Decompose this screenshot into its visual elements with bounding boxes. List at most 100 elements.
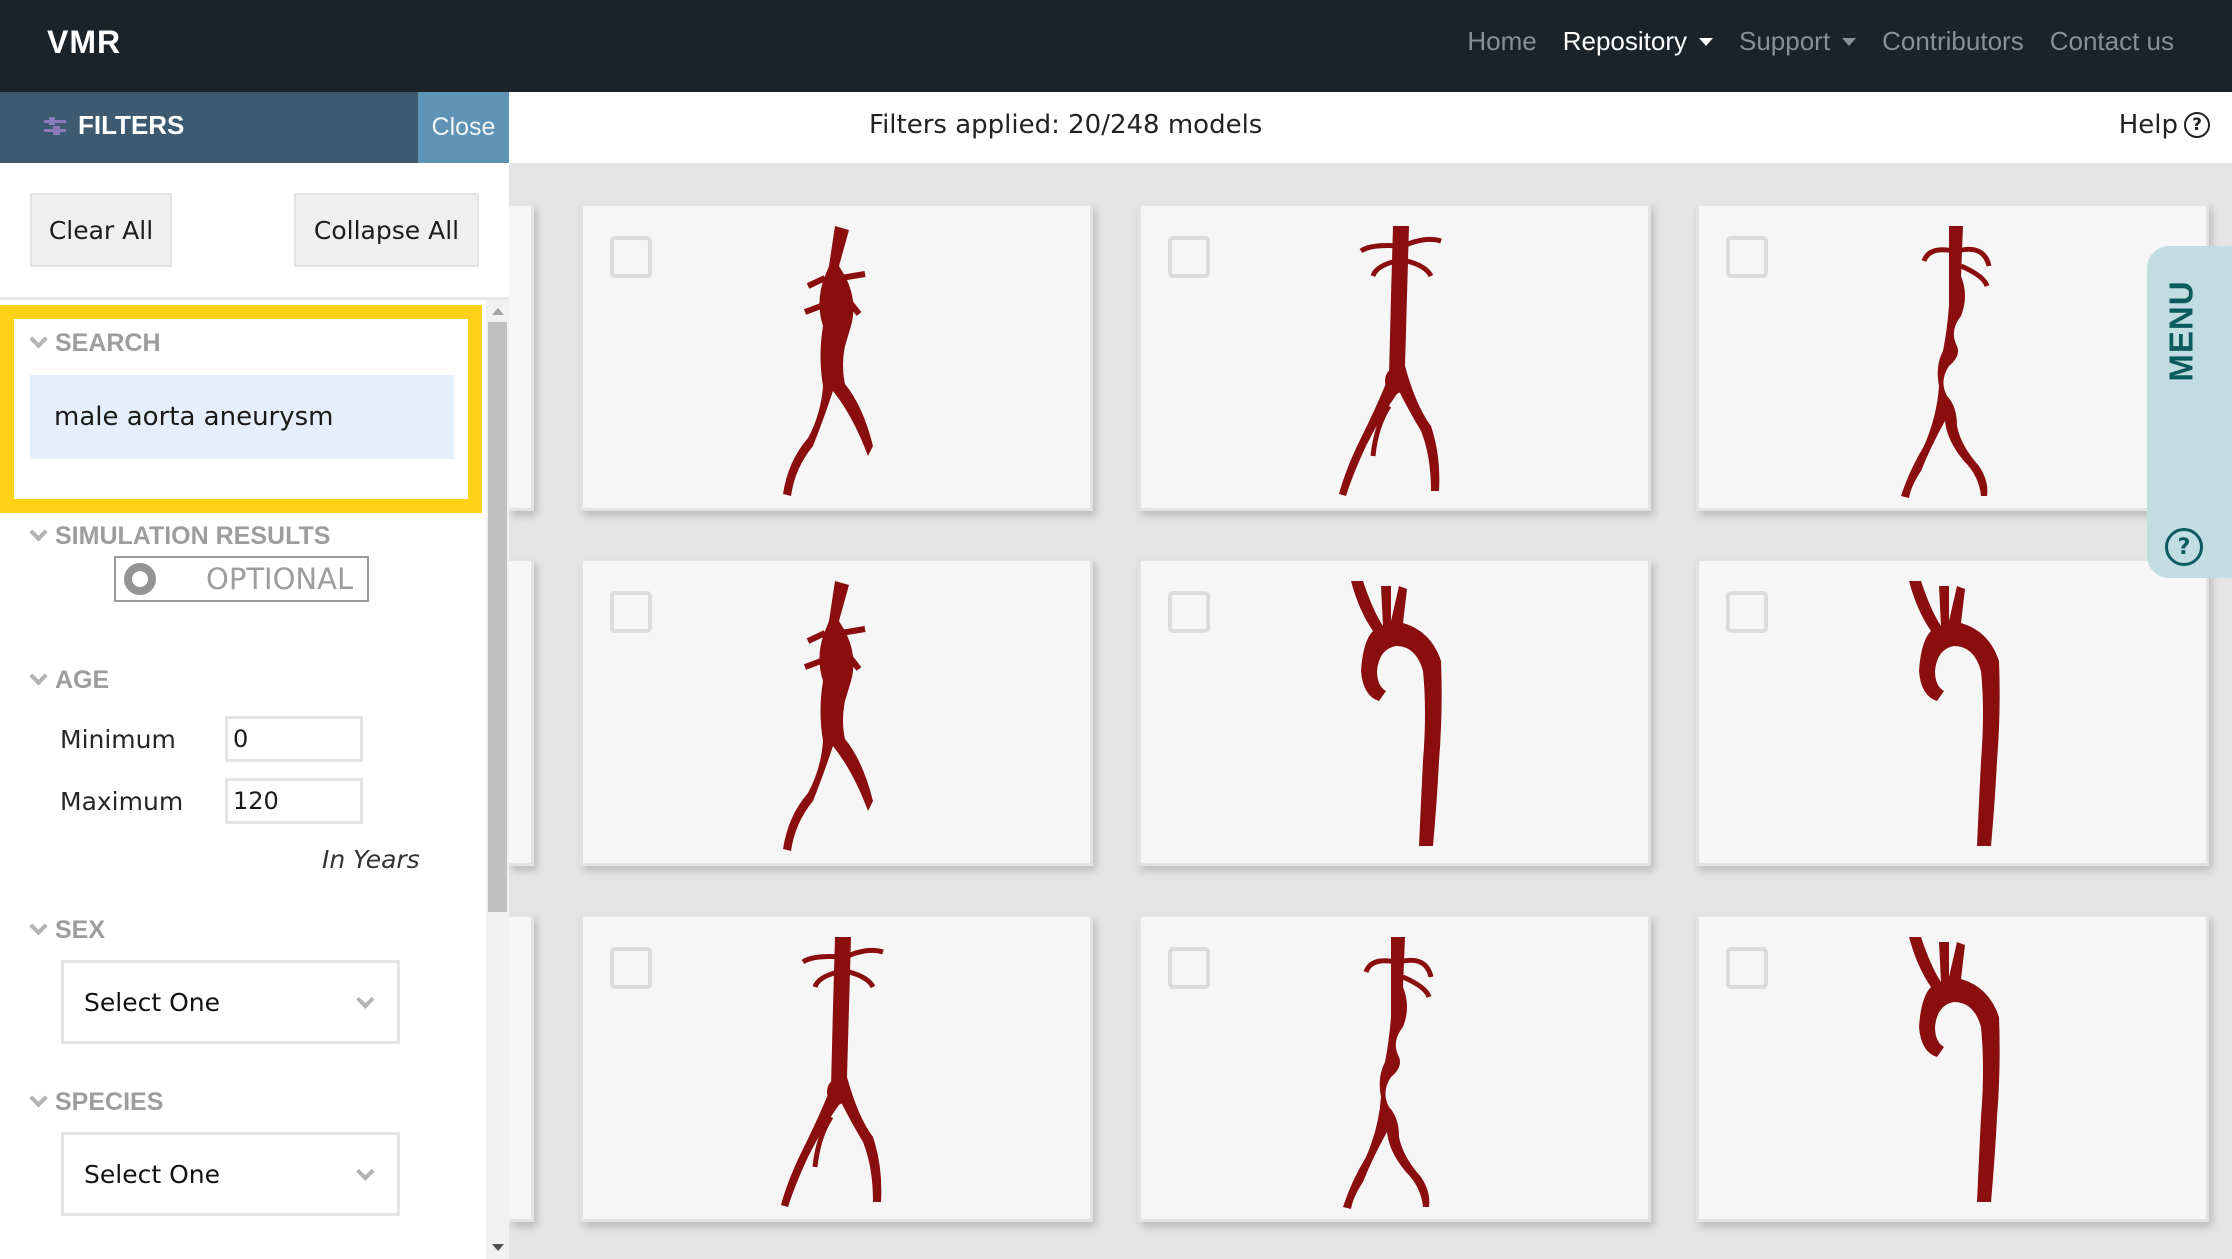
select-model-checkbox[interactable] bbox=[1168, 947, 1210, 989]
model-card[interactable] bbox=[1696, 914, 2209, 1222]
filters-scrollbar[interactable] bbox=[486, 300, 509, 1259]
age-max-label: Maximum bbox=[60, 787, 184, 816]
help-button[interactable]: Help ? bbox=[2119, 110, 2210, 140]
simulation-results-toggle[interactable]: OPTIONAL bbox=[114, 556, 369, 602]
close-filters-button[interactable]: Close bbox=[418, 92, 509, 163]
vessel-model-image bbox=[1909, 581, 2000, 846]
nav-support[interactable]: Support bbox=[1739, 26, 1857, 57]
scroll-down-arrow-icon[interactable] bbox=[492, 1244, 504, 1251]
section-simulation-header[interactable]: SIMULATION RESULTS bbox=[29, 522, 331, 551]
clear-all-button[interactable]: Clear All bbox=[30, 193, 172, 267]
section-search-title: SEARCH bbox=[55, 329, 161, 357]
select-model-checkbox[interactable] bbox=[1726, 591, 1768, 633]
filters-title: FILTERS bbox=[44, 110, 184, 141]
toggle-label: OPTIONAL bbox=[206, 562, 354, 596]
select-model-checkbox[interactable] bbox=[610, 947, 652, 989]
section-search-header[interactable]: SEARCH bbox=[29, 329, 161, 358]
select-model-checkbox[interactable] bbox=[610, 591, 652, 633]
select-model-checkbox[interactable] bbox=[610, 236, 652, 278]
nav-contributors[interactable]: Contributors bbox=[1882, 26, 2024, 57]
caret-down-icon bbox=[1699, 37, 1713, 46]
chevron-down-icon bbox=[29, 667, 48, 686]
filters-applied-text: Filters applied: 20/248 models bbox=[869, 110, 1263, 140]
nav-repository[interactable]: Repository bbox=[1563, 26, 1713, 57]
brand-logo[interactable]: VMR bbox=[47, 24, 121, 61]
model-card[interactable] bbox=[1138, 914, 1651, 1222]
filters-scroll-area: SEARCH SIMULATION RESULTS OPTIONAL AGE M… bbox=[0, 300, 486, 1259]
nav-repository-label: Repository bbox=[1562, 26, 1687, 56]
section-age-title: AGE bbox=[55, 666, 110, 694]
chevron-down-icon bbox=[356, 1161, 375, 1181]
question-circle-icon: ? bbox=[2184, 112, 2210, 138]
vessel-model-image bbox=[783, 581, 873, 851]
side-menu-tab[interactable]: MENU ? bbox=[2147, 246, 2232, 578]
chevron-down-icon bbox=[29, 1089, 48, 1108]
sex-select[interactable]: Select One bbox=[61, 960, 400, 1044]
menu-label: MENU bbox=[2157, 266, 2207, 396]
sliders-icon bbox=[44, 116, 66, 135]
select-model-checkbox[interactable] bbox=[1168, 236, 1210, 278]
section-species-title: SPECIES bbox=[55, 1088, 164, 1116]
model-card[interactable] bbox=[580, 914, 1093, 1222]
model-card[interactable] bbox=[1696, 203, 2209, 511]
nav-links: Home Repository Support Contributors Con… bbox=[1467, 26, 2174, 57]
species-select-value: Select One bbox=[84, 1159, 220, 1189]
model-card[interactable] bbox=[1696, 558, 2209, 866]
vessel-model-image bbox=[1909, 937, 2000, 1202]
section-sex-header[interactable]: SEX bbox=[29, 916, 106, 945]
toggle-ring-icon bbox=[124, 563, 156, 595]
top-navbar: VMR Home Repository Support Contributors… bbox=[0, 0, 2232, 92]
model-card[interactable] bbox=[1138, 558, 1651, 866]
section-sex-title: SEX bbox=[55, 916, 106, 944]
nav-home-label: Home bbox=[1467, 26, 1537, 56]
collapse-all-button[interactable]: Collapse All bbox=[294, 193, 479, 267]
vessel-model-image bbox=[1351, 581, 1442, 846]
question-circle-icon[interactable]: ? bbox=[2165, 528, 2203, 566]
vessel-model-image bbox=[1901, 226, 1992, 498]
chevron-down-icon bbox=[29, 330, 48, 349]
model-grid bbox=[509, 163, 2232, 1259]
filters-header: FILTERS Close bbox=[0, 92, 509, 163]
age-unit-note: In Years bbox=[322, 845, 420, 874]
species-select[interactable]: Select One bbox=[61, 1132, 400, 1216]
vessel-model-image bbox=[781, 937, 884, 1207]
section-age-header[interactable]: AGE bbox=[29, 666, 110, 695]
scrollbar-thumb[interactable] bbox=[488, 322, 507, 912]
menu-label-text: MENU bbox=[2163, 280, 2201, 382]
section-species-header[interactable]: SPECIES bbox=[29, 1088, 164, 1117]
caret-down-icon bbox=[1842, 37, 1857, 46]
nav-contact[interactable]: Contact us bbox=[2050, 26, 2174, 57]
age-min-input[interactable] bbox=[225, 716, 363, 762]
scroll-up-arrow-icon[interactable] bbox=[492, 308, 504, 315]
vessel-model-image bbox=[1343, 937, 1434, 1209]
nav-contributors-label: Contributors bbox=[1882, 26, 2024, 56]
filters-title-text: FILTERS bbox=[78, 110, 185, 140]
select-model-checkbox[interactable] bbox=[1726, 236, 1768, 278]
filters-sidebar: FILTERS Close Clear All Collapse All SEA… bbox=[0, 92, 509, 1259]
chevron-down-icon bbox=[29, 523, 48, 542]
select-model-checkbox[interactable] bbox=[1726, 947, 1768, 989]
vessel-model-image bbox=[783, 226, 873, 496]
section-simulation-title: SIMULATION RESULTS bbox=[55, 522, 331, 550]
partial-model-card[interactable] bbox=[509, 558, 534, 866]
vessel-model-image bbox=[1339, 226, 1442, 496]
model-card[interactable] bbox=[580, 558, 1093, 866]
partial-model-card[interactable] bbox=[509, 914, 534, 1222]
select-model-checkbox[interactable] bbox=[1168, 591, 1210, 633]
nav-home[interactable]: Home bbox=[1467, 26, 1536, 57]
search-highlight-box: SEARCH bbox=[0, 305, 482, 513]
chevron-down-icon bbox=[29, 917, 48, 936]
chevron-down-icon bbox=[356, 989, 375, 1009]
sex-select-value: Select One bbox=[84, 987, 220, 1017]
search-input[interactable] bbox=[30, 375, 454, 459]
filters-applied-bar: Filters applied: 20/248 models Help ? bbox=[509, 92, 2232, 163]
age-min-label: Minimum bbox=[60, 725, 176, 754]
help-label: Help bbox=[2118, 110, 2178, 140]
nav-contact-label: Contact us bbox=[2049, 26, 2174, 56]
model-card[interactable] bbox=[580, 203, 1093, 511]
age-max-input[interactable] bbox=[225, 778, 363, 824]
model-card[interactable] bbox=[1138, 203, 1651, 511]
partial-model-card[interactable] bbox=[509, 203, 534, 511]
nav-support-label: Support bbox=[1739, 26, 1831, 56]
main-content: Filters applied: 20/248 models Help ? bbox=[509, 92, 2232, 1259]
